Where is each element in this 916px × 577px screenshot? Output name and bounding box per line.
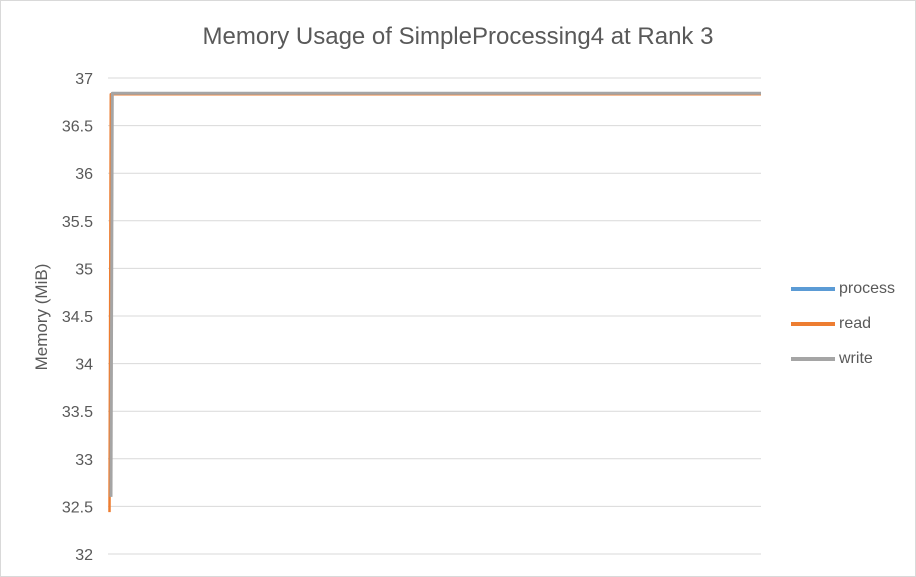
series-line-read — [108, 92, 761, 513]
y-tick-label: 33 — [75, 452, 93, 469]
plot-area: 32 32.5 33 33.5 34 34.5 35 35.5 36 36.5 37 — [62, 71, 761, 564]
y-tick-label: 36.5 — [62, 119, 93, 136]
y-tick-label: 36 — [75, 166, 93, 183]
legend-item-read: read — [791, 306, 895, 341]
y-tick-label: 35 — [75, 261, 93, 278]
legend-swatch-read — [791, 321, 835, 326]
y-tick-label: 34 — [75, 357, 93, 374]
y-tick-label: 37 — [75, 71, 93, 88]
y-tick-label: 32.5 — [62, 499, 93, 516]
series-line-process — [108, 92, 761, 497]
legend-label-read: read — [839, 314, 872, 332]
y-tick-label: 32 — [75, 547, 93, 564]
legend-swatch-write — [791, 356, 835, 361]
legend-label-process: process — [839, 279, 896, 297]
y-tick-label: 35.5 — [62, 214, 93, 231]
legend: process read write — [791, 271, 895, 376]
legend-label-write: write — [839, 349, 873, 367]
legend-item-process: process — [791, 271, 895, 306]
y-tick-label: 33.5 — [62, 404, 93, 421]
y-tick-label: 34.5 — [62, 309, 93, 326]
chart-area: Memory Usage of SimpleProcessing4 at Ran… — [0, 0, 916, 577]
legend-swatch-process — [791, 286, 835, 291]
series-line-write — [109, 91, 761, 497]
legend-item-write: write — [791, 341, 895, 376]
